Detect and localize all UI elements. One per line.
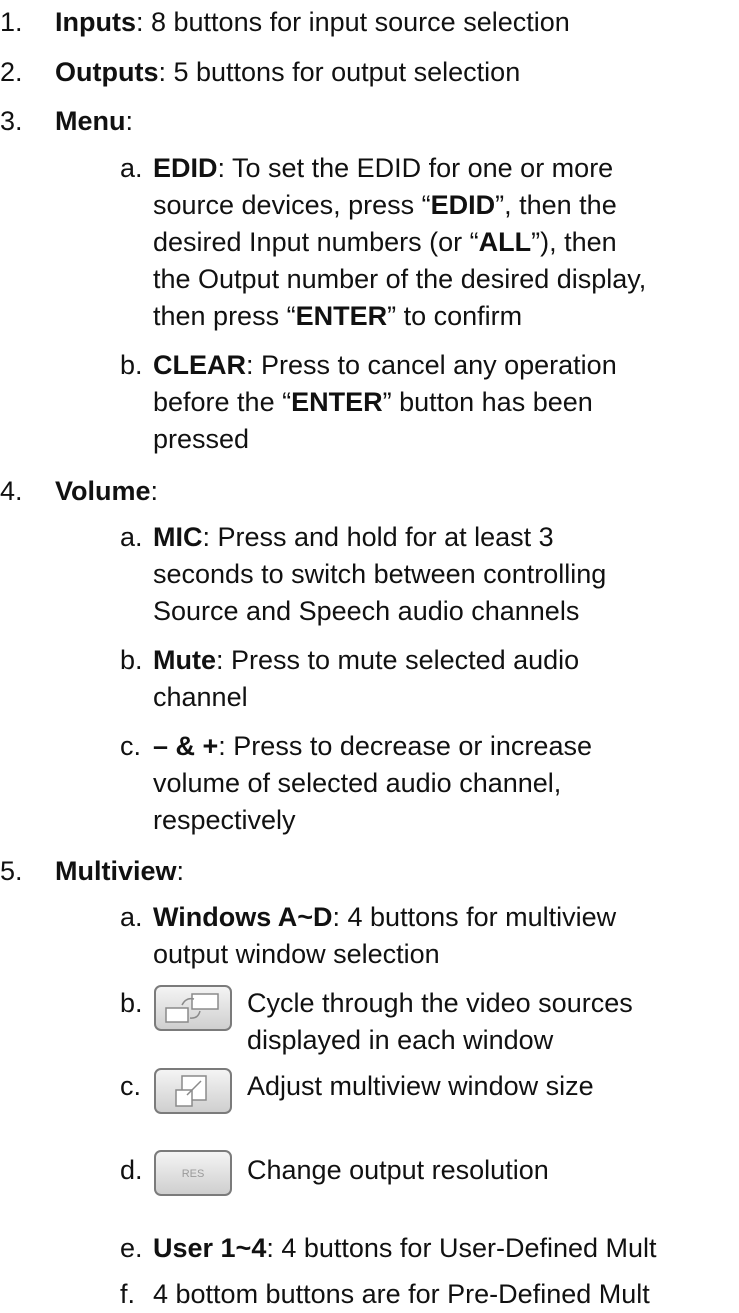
term-text: : To set the EDID for one or more xyxy=(217,153,614,183)
text: ” button has been xyxy=(382,387,593,417)
item-menu: Menu: xyxy=(55,103,133,140)
term-label: – & + xyxy=(153,731,219,761)
cycle-line-2: displayed in each window xyxy=(247,1025,554,1055)
item-text: : xyxy=(150,476,159,506)
cycle-sources-icon xyxy=(154,985,232,1031)
bottom-line-1: 4 bottom buttons are for Pre-Defined Mul… xyxy=(153,1279,650,1309)
subitem-letter: c. xyxy=(120,731,142,761)
edid-line-2: source devices, press “EDID”, then the xyxy=(153,187,617,224)
item-outputs: Outputs: 5 buttons for output selection xyxy=(55,54,520,91)
text: then press “ xyxy=(153,301,296,331)
item-label: Inputs xyxy=(55,7,136,37)
subitem-letter: b. xyxy=(120,988,143,1018)
term-label: User 1~4 xyxy=(153,1233,267,1263)
cycle-line-1: Cycle through the video sources xyxy=(247,988,633,1018)
item-text: : xyxy=(125,106,134,136)
subitem-letter: a. xyxy=(120,902,143,932)
windows-line-1: Windows A~D: 4 buttons for multiview xyxy=(153,899,616,936)
mic-line-2: seconds to switch between controlling xyxy=(153,559,607,589)
subitem-letter: a. xyxy=(120,153,143,183)
window-size-icon xyxy=(154,1068,232,1114)
term-text: : Press to mute selected audio xyxy=(216,645,580,675)
mute-line-2: channel xyxy=(153,682,248,712)
item-label: Multiview xyxy=(55,856,177,886)
mic-line-1: MIC: Press and hold for at least 3 xyxy=(153,519,554,556)
edid-line-3: desired Input numbers (or “ALL”), then xyxy=(153,224,617,261)
res-line-1: Change output resolution xyxy=(247,1155,549,1185)
item-text: : 8 buttons for input source selection xyxy=(136,7,570,37)
edid-line-5: then press “ENTER” to confirm xyxy=(153,298,522,335)
term-text: : 4 buttons for User-Defined Mult xyxy=(266,1233,657,1263)
item-text: : 5 buttons for output selection xyxy=(158,57,521,87)
plusminus-line-2: volume of selected audio channel, xyxy=(153,768,562,798)
term-text: : Press to cancel any operation xyxy=(246,350,617,380)
edid-line-1: EDID: To set the EDID for one or more xyxy=(153,150,613,187)
item-number: 3. xyxy=(0,106,23,136)
item-inputs: Inputs: 8 buttons for input source selec… xyxy=(55,4,570,41)
term-text: : Press and hold for at least 3 xyxy=(202,522,554,552)
resolution-icon-label: RES xyxy=(182,1168,205,1180)
subitem-letter: c. xyxy=(120,1071,142,1101)
text: desired Input numbers (or “ xyxy=(153,227,479,257)
subitem-letter: b. xyxy=(120,645,143,675)
term-label: Mute xyxy=(153,645,216,675)
text: ”), then xyxy=(531,227,617,257)
item-volume: Volume: xyxy=(55,473,158,510)
clear-line-2: before the “ENTER” button has been xyxy=(153,384,593,421)
item-number: 5. xyxy=(0,856,23,886)
item-label: Outputs xyxy=(55,57,159,87)
mic-line-3: Source and Speech audio channels xyxy=(153,596,580,626)
subitem-letter: a. xyxy=(120,522,143,552)
term-label: ENTER xyxy=(295,301,388,331)
plusminus-line-1: – & +: Press to decrease or increase xyxy=(153,728,592,765)
user-line-1: User 1~4: 4 buttons for User-Defined Mul… xyxy=(153,1230,657,1267)
term-label: EDID xyxy=(430,190,496,220)
clear-line-1: CLEAR: Press to cancel any operation xyxy=(153,347,617,384)
subitem-letter: d. xyxy=(120,1155,143,1185)
subitem-letter: b. xyxy=(120,350,143,380)
term-label: ALL xyxy=(478,227,532,257)
subitem-letter: e. xyxy=(120,1233,143,1263)
item-label: Volume xyxy=(55,476,151,506)
term-label: MIC xyxy=(153,522,203,552)
subitem-letter: f. xyxy=(120,1279,136,1309)
windows-line-2: output window selection xyxy=(153,939,440,969)
text: ”, then the xyxy=(495,190,617,220)
text: source devices, press “ xyxy=(153,190,431,220)
term-label: EDID xyxy=(153,153,218,183)
manual-page: 1. Inputs: 8 buttons for input source se… xyxy=(0,0,739,1309)
item-number: 4. xyxy=(0,476,23,506)
item-text: : xyxy=(176,856,185,886)
term-text: : Press to decrease or increase xyxy=(218,731,592,761)
term-label: CLEAR xyxy=(153,350,246,380)
edid-line-4: the Output number of the desired display… xyxy=(153,264,647,294)
resolution-icon: RES xyxy=(154,1150,232,1196)
item-label: Menu xyxy=(55,106,126,136)
item-number: 1. xyxy=(0,7,23,37)
text: ” to confirm xyxy=(387,301,523,331)
mute-line-1: Mute: Press to mute selected audio xyxy=(153,642,579,679)
text: before the “ xyxy=(153,387,292,417)
plusminus-line-3: respectively xyxy=(153,805,296,835)
size-line-1: Adjust multiview window size xyxy=(247,1071,594,1101)
term-label: Windows A~D xyxy=(153,902,333,932)
item-number: 2. xyxy=(0,57,23,87)
term-label: ENTER xyxy=(291,387,383,417)
clear-line-3: pressed xyxy=(153,424,250,454)
item-multiview: Multiview: xyxy=(55,853,184,890)
term-text: : 4 buttons for multiview xyxy=(332,902,617,932)
